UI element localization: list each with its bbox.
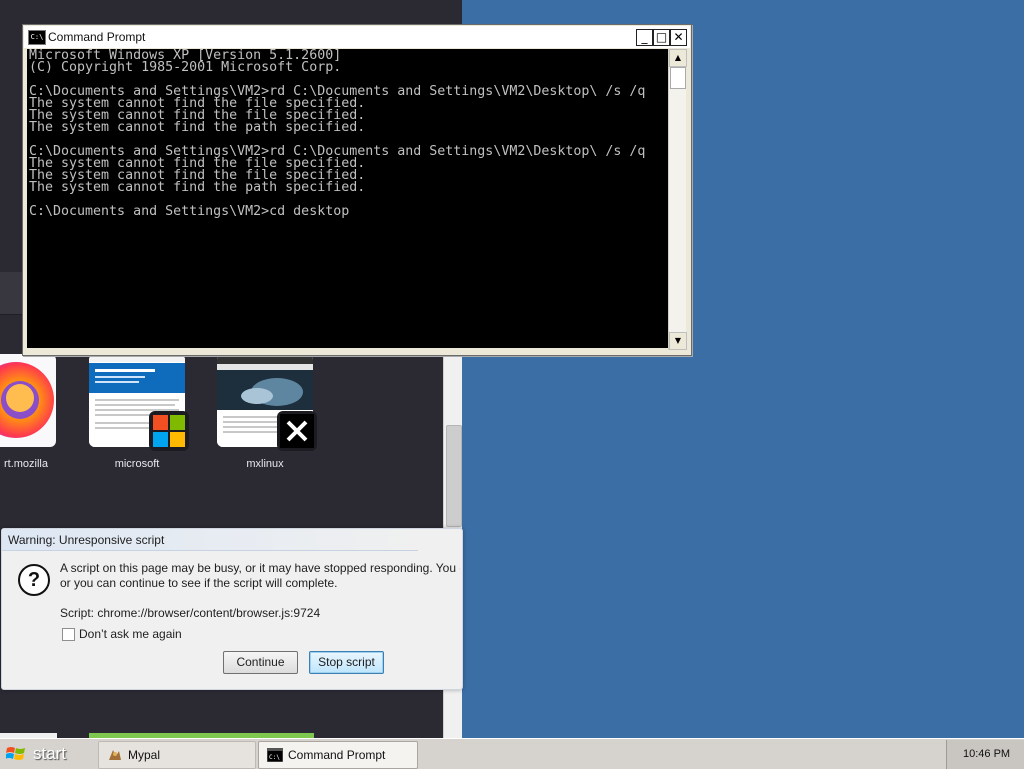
taskbar-item-label: Mypal <box>128 748 161 762</box>
mxlinux-logo-icon <box>277 411 317 451</box>
dialog-titlebar: Warning: Unresponsive script <box>2 529 418 551</box>
scroll-up-arrow-icon[interactable]: ▲ <box>669 49 687 67</box>
dialog-title: Warning: Unresponsive script <box>8 533 165 547</box>
top-site-label: mxlinux <box>246 458 284 470</box>
continue-button[interactable]: Continue <box>223 651 298 674</box>
taskbar: start Mypal C:\ Command Prompt 10:46 PM <box>0 738 1024 769</box>
command-prompt-window: C:\ Command Prompt _ □ ✕ Microsoft Windo… <box>22 24 692 356</box>
taskbar-item-label: Command Prompt <box>288 748 386 762</box>
window-title: Command Prompt <box>48 30 146 44</box>
maximize-button[interactable]: □ <box>653 29 670 46</box>
console-icon: C:\ <box>28 30 46 45</box>
console-text: Microsoft Windows XP [Version 5.1.2600] … <box>29 49 646 219</box>
console-scroll-thumb[interactable] <box>670 67 686 89</box>
microsoft-logo-icon <box>149 411 189 451</box>
svg-text:C:\: C:\ <box>269 754 280 761</box>
console-output[interactable]: Microsoft Windows XP [Version 5.1.2600] … <box>27 49 668 348</box>
top-site-thumbnail <box>0 354 56 447</box>
clock[interactable]: 10:46 PM <box>963 748 1010 760</box>
browser-scroll-thumb[interactable] <box>446 425 462 527</box>
unresponsive-script-dialog: Warning: Unresponsive script ? A script … <box>1 528 463 690</box>
taskbar-item-command-prompt[interactable]: C:\ Command Prompt <box>258 741 418 769</box>
dialog-message-line2: or you can continue to see if the script… <box>60 576 338 590</box>
dialog-script-path: Script: chrome://browser/content/browser… <box>60 606 321 620</box>
taskbar-item-mypal[interactable]: Mypal <box>98 741 256 769</box>
dont-ask-label[interactable]: Don’t ask me again <box>79 627 182 641</box>
console-icon: C:\ <box>267 748 283 762</box>
console-scrollbar[interactable]: ▲ ▼ <box>668 49 687 350</box>
dont-ask-checkbox[interactable] <box>62 628 75 641</box>
question-icon: ? <box>18 564 50 596</box>
dialog-message-line1: A script on this page may be busy, or it… <box>60 561 460 575</box>
top-site-label: microsoft <box>114 458 160 470</box>
start-button[interactable]: start <box>0 740 92 768</box>
stop-script-button[interactable]: Stop script <box>309 651 384 674</box>
firefox-logo-icon <box>0 362 54 438</box>
start-label: start <box>33 744 67 763</box>
system-tray: 10:46 PM <box>946 740 1024 769</box>
close-button[interactable]: ✕ <box>670 29 687 46</box>
top-site-label: rt.mozilla <box>3 458 48 470</box>
minimize-button[interactable]: _ <box>636 29 653 46</box>
window-titlebar[interactable]: C:\ Command Prompt _ □ ✕ <box>24 26 690 48</box>
windows-logo-icon <box>6 747 25 760</box>
scroll-down-arrow-icon[interactable]: ▼ <box>669 332 687 350</box>
mypal-icon <box>109 750 121 760</box>
